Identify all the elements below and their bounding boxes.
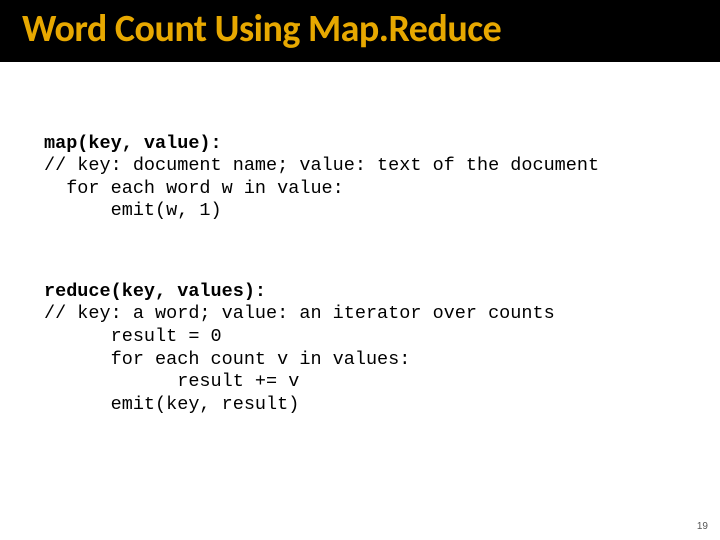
reduce-block: reduce(key, values): // key: a word; val…	[44, 281, 676, 416]
map-line-1: for each word w in value:	[44, 178, 344, 199]
reduce-line-3: result += v	[44, 371, 299, 392]
reduce-line-4: emit(key, result)	[44, 394, 299, 415]
reduce-line-2: for each count v in values:	[44, 349, 410, 370]
title-bar: Word Count Using Map.Reduce	[0, 0, 720, 62]
map-signature: map(key, value):	[44, 133, 222, 154]
page-number: 19	[697, 521, 708, 532]
map-line-2: emit(w, 1)	[44, 200, 222, 221]
map-comment: // key: document name; value: text of th…	[44, 155, 599, 176]
reduce-signature: reduce(key, values):	[44, 281, 266, 302]
slide: Word Count Using Map.Reduce map(key, val…	[0, 0, 720, 540]
map-block: map(key, value): // key: document name; …	[44, 133, 676, 223]
slide-body: map(key, value): // key: document name; …	[0, 62, 720, 461]
slide-title: Word Count Using Map.Reduce	[22, 6, 501, 52]
reduce-comment: // key: a word; value: an iterator over …	[44, 303, 555, 324]
reduce-line-1: result = 0	[44, 326, 222, 347]
